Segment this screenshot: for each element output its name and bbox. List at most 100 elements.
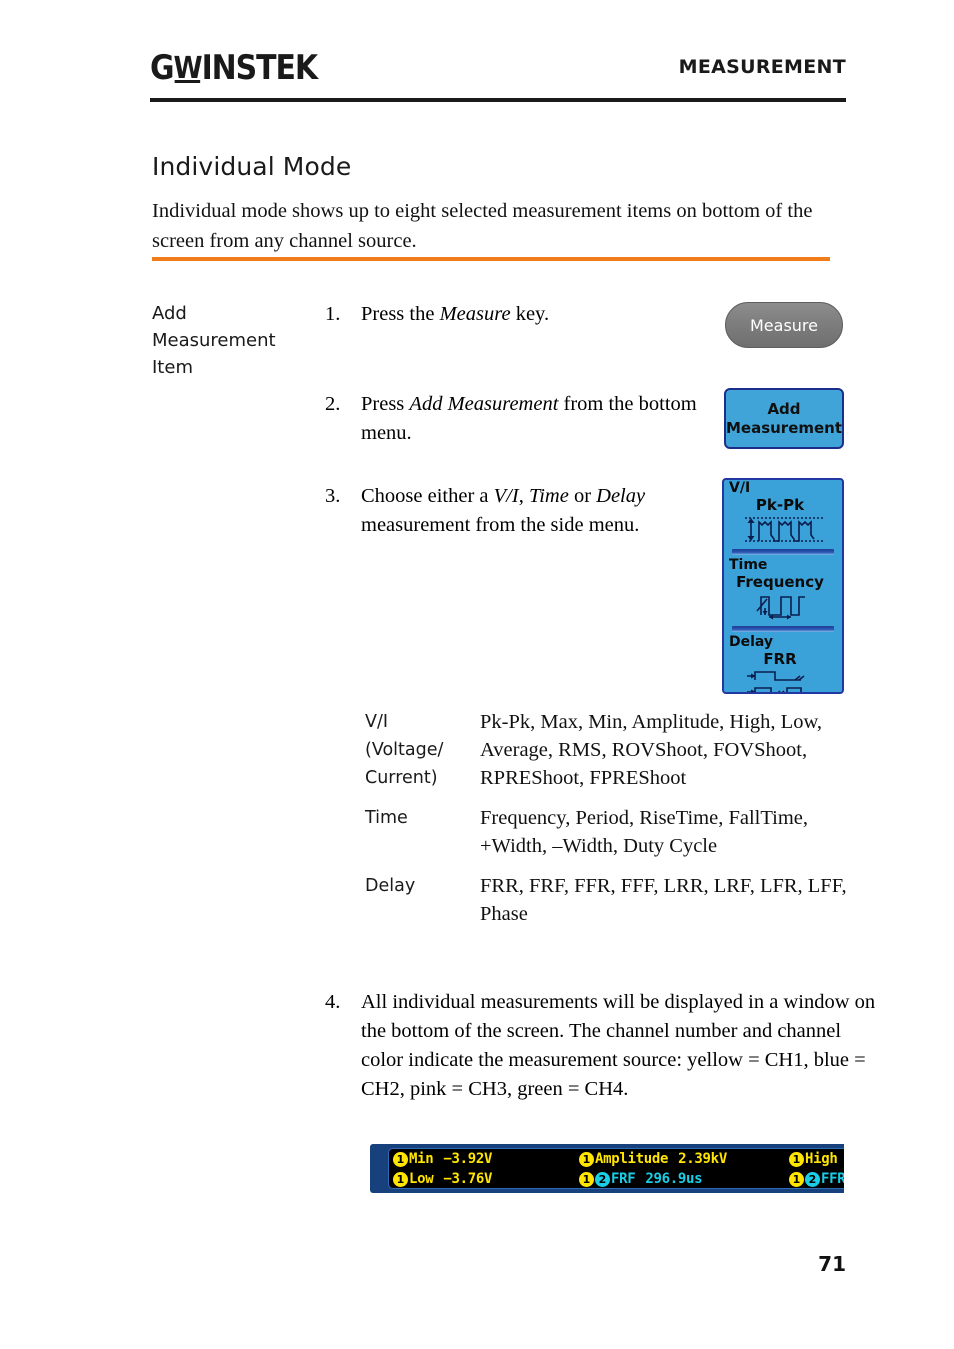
side-menu-label-frequency: Frequency [736,573,824,591]
readout-label-amplitude: Amplitude [595,1151,669,1167]
procedure-label-line3: Item [152,357,193,378]
logo-text-prefix: G [150,48,175,88]
readout-label-high: High [805,1151,838,1167]
channel-badge-ch1: 1 [789,1171,804,1187]
step-text-3-after: measurement from the side menu. [361,514,640,536]
readout-cell-low: 1 Low −3.76V [393,1169,493,1188]
side-menu-label-pkpk: Pk-Pk [755,496,805,514]
readout-label-min: Min [409,1151,434,1167]
procedure-label: Add Measurement Item [152,300,312,381]
table-key-time-line1: Time [365,808,408,828]
side-menu-label-frr: FRR [763,650,797,668]
step-emphasis-vi: V/I [493,485,519,507]
side-menu-item-time[interactable]: Time Frequency [724,557,842,632]
step-text-1-before: Press the [361,303,440,325]
step-emphasis-time: Time [528,485,569,507]
readout-value-min: −3.92V [443,1151,493,1167]
readout-label-low: Low [409,1171,434,1187]
step-text-2-before: Press [361,393,410,415]
add-measurement-softkey-line1: Add [767,399,801,418]
procedure-label-line1: Add [152,303,187,324]
channel-badge-ch1: 1 [393,1151,408,1167]
procedure-label-line2: Measurement [152,330,276,351]
step-item-3: 3. Choose either a V/I, Time or Delay mea… [325,482,751,540]
side-menu-divider-2 [732,626,834,632]
peak-to-peak-waveform-icon [724,514,842,548]
add-measurement-softkey[interactable]: Add Measurement [724,388,844,449]
measurement-readout-screen: 1 Min −3.92V 1 Amplitude 2.39kV 1 High 1… [388,1148,844,1189]
step-item-2: 2. Press Add Measurement from the bottom … [325,390,721,448]
step-text-1-after: key. [510,303,550,325]
side-menu-heading-vi: V/I [729,480,751,496]
logo-text-suffix: INSTEK [201,48,318,88]
table-row: Delay FRR, FRF, FFR, FFF, LRR, LRF, LFR,… [365,872,850,928]
page-title: Individual Mode [152,152,352,181]
table-row: Time Frequency, Period, RiseTime, FallTi… [365,804,850,860]
gw-instek-logo: GWINSTEK [150,48,318,88]
step-text-3-sep1: , [518,485,529,507]
table-row-value-vi: Pk-Pk, Max, Min, Amplitude, High, Low, A… [480,711,823,789]
page-number: 71 [818,1252,846,1276]
channel-badge-ch2: 2 [805,1171,820,1187]
table-row: V/I (Voltage/ Current) Pk-Pk, Max, Min, … [365,708,850,792]
table-row-key-time: Time [365,804,480,860]
table-key-vi-line1: V/I [365,712,389,732]
delay-frr-waveform-icon [724,668,842,692]
readout-cell-high: 1 High [789,1149,838,1169]
readout-value-frf: 296.9us [645,1171,703,1187]
step-item-1: 1. Press the Measure key. [325,300,741,329]
table-row-value-time: Frequency, Period, RiseTime, FallTime, +… [480,807,809,857]
measurement-type-table: V/I (Voltage/ Current) Pk-Pk, Max, Min, … [365,708,850,940]
readout-value-low: −3.76V [443,1171,493,1187]
table-key-delay-line1: Delay [365,876,416,896]
readout-cell-ffr: 1 2 FFR [789,1169,844,1188]
step-number-4: 4. [325,991,341,1013]
measure-key-label: Measure [750,315,818,335]
header-divider-highlight [150,97,846,98]
side-menu-heading-delay: Delay [729,634,774,650]
table-key-vi-line3: Current) [365,768,438,788]
header-divider [150,95,846,102]
table-row-key-vi: V/I (Voltage/ Current) [365,708,480,792]
step-number-2: 2. [325,393,341,415]
channel-badge-ch1: 1 [789,1151,804,1167]
step-number-3: 3. [325,485,341,507]
readout-label-ffr: FFR [821,1171,844,1187]
side-menu-item-vi[interactable]: V/I Pk-Pk [724,480,842,555]
readout-value-amplitude: 2.39kV [678,1151,727,1167]
readout-row-2: 1 Low −3.76V 1 2 FRF 296.9us 1 2 FFR [389,1169,844,1188]
readout-cell-min: 1 Min −3.92V [393,1149,492,1169]
side-menu-heading-time: Time [729,557,768,573]
page-header: GWINSTEK MEASUREMENT [150,48,846,100]
measure-key-button[interactable]: Measure [725,302,843,348]
step-text-3-sep2: or [568,485,597,507]
header-title: MEASUREMENT [678,56,846,78]
table-row-key-delay: Delay [365,872,480,928]
table-row-value-delay: FRR, FRF, FFR, FFF, LRR, LRF, LFR, LFF, … [480,875,847,925]
readout-label-frf: FRF [611,1171,636,1187]
step-item-4: 4. All individual measurements will be di… [325,988,881,1104]
channel-badge-ch2: 2 [595,1171,610,1187]
table-key-vi-line2: (Voltage/ [365,740,444,760]
readout-row-1: 1 Min −3.92V 1 Amplitude 2.39kV 1 High [389,1149,844,1169]
add-measurement-softkey-line2: Measurement [725,418,843,437]
frequency-waveform-icon [724,591,842,625]
step-emphasis-delay: Delay [596,485,646,507]
step-emphasis-add-measurement: Add Measurement [409,393,559,415]
side-menu-divider-1 [732,549,834,555]
measurement-readout-frame: 1 Min −3.92V 1 Amplitude 2.39kV 1 High 1… [370,1144,844,1193]
channel-badge-ch1: 1 [393,1171,408,1187]
side-menu-panel[interactable]: V/I Pk-Pk Time Frequency Delay FRR [722,478,844,694]
logo-w-glyph: W [173,51,203,86]
side-menu-item-delay[interactable]: Delay FRR [724,634,842,692]
step-text-4: All individual measurements will be disp… [361,991,876,1100]
step-text-3-before: Choose either a [361,485,494,507]
readout-cell-frf: 1 2 FRF 296.9us [579,1169,703,1188]
readout-cell-amplitude: 1 Amplitude 2.39kV [579,1149,727,1169]
channel-badge-ch1: 1 [579,1151,594,1167]
section-intro-paragraph: Individual mode shows up to eight select… [152,200,813,252]
step-emphasis-measure: Measure [439,303,511,325]
accent-divider [152,257,830,261]
channel-badge-ch1: 1 [579,1171,594,1187]
step-number-1: 1. [325,303,341,325]
